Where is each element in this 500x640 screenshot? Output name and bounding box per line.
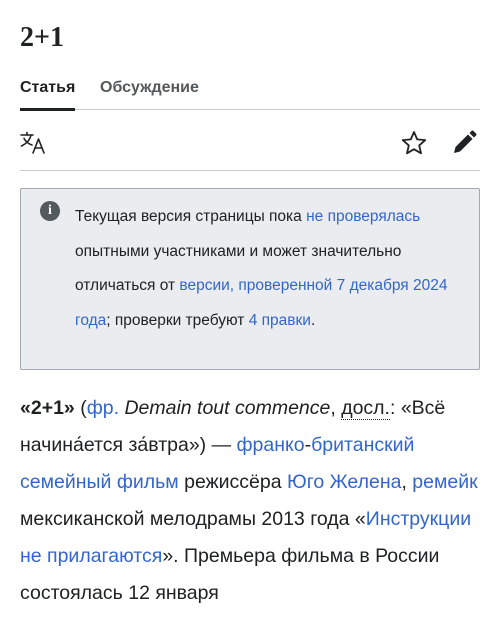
notice-text: Текущая версия страницы пока: [75, 208, 307, 225]
link-franco[interactable]: франко: [237, 434, 305, 456]
link-remake[interactable]: ремейк: [412, 471, 477, 493]
info-icon: i: [40, 201, 60, 221]
article-text: (: [74, 397, 87, 419]
link-director[interactable]: Юго Желена: [287, 471, 401, 493]
page-tabs: Статья Обсуждение: [20, 76, 480, 111]
review-notice: i Текущая версия страницы пока не провер…: [20, 188, 480, 370]
original-title: Demain tout commence: [124, 397, 331, 419]
star-icon[interactable]: [400, 129, 428, 157]
article-text: мексиканской мелодрамы 2013 года «: [20, 508, 366, 530]
article-text: режиссёра: [178, 471, 287, 493]
link-british[interactable]: британский: [311, 434, 414, 456]
article-text: ,: [330, 397, 342, 419]
literal-abbreviation[interactable]: досл.: [341, 397, 390, 420]
tab-talk[interactable]: Обсуждение: [100, 76, 199, 110]
notice-text: .: [310, 311, 316, 329]
pencil-icon[interactable]: [450, 129, 478, 157]
notice-link-unreviewed[interactable]: не проверялась: [306, 208, 420, 225]
article-text: ,: [401, 471, 413, 493]
tab-article[interactable]: Статья: [20, 76, 76, 111]
page-toolbar: [20, 111, 480, 171]
article-title-bold: «2+1»: [20, 397, 75, 419]
notice-text: ; проверки требуют: [106, 311, 249, 329]
page-title: 2+1: [20, 22, 64, 53]
link-french[interactable]: фр.: [87, 397, 119, 419]
article-body: «2+1» (фр. Demain tout commence, досл.: …: [20, 390, 486, 612]
notice-link-pending-edits[interactable]: 4 правки: [249, 312, 311, 329]
translate-icon[interactable]: [20, 129, 48, 157]
link-family-film[interactable]: семейный фильм: [20, 471, 179, 493]
